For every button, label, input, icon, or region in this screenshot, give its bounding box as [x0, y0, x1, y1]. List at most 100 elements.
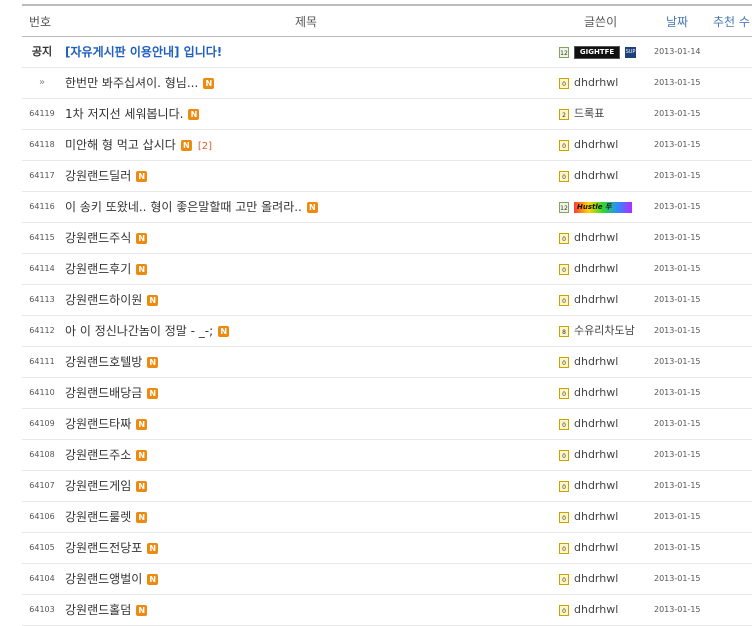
- post-title-link[interactable]: 1차 저지선 세워봅니다.: [65, 107, 183, 121]
- post-author[interactable]: 0 dhdrhwl: [559, 130, 618, 160]
- post-author[interactable]: 2 드록표: [559, 99, 604, 129]
- author-name[interactable]: dhdrhwl: [574, 595, 618, 625]
- post-title-cell: 강원랜드게임 N: [65, 471, 148, 501]
- post-number: 64113: [29, 295, 55, 304]
- post-row: 64111 강원랜드호텔방 N 0 dhdrhwl 2013-01-15: [22, 347, 752, 378]
- post-title-cell: 강원랜드주소 N: [65, 440, 148, 470]
- post-title-link[interactable]: 강원랜드게임: [65, 479, 131, 493]
- author-name[interactable]: dhdrhwl: [574, 254, 618, 284]
- post-title-link[interactable]: 강원랜드홀덤: [65, 603, 131, 617]
- author-name[interactable]: dhdrhwl: [574, 347, 618, 377]
- level-icon: 2: [559, 108, 569, 120]
- level-icon: 0: [559, 480, 569, 492]
- author-name[interactable]: dhdrhwl: [574, 68, 618, 98]
- author-name[interactable]: dhdrhwl: [574, 502, 618, 532]
- post-author[interactable]: 0 dhdrhwl: [559, 285, 618, 315]
- post-author[interactable]: 12 Hustle 두: [559, 192, 632, 222]
- author-name[interactable]: dhdrhwl: [574, 533, 618, 563]
- board-table: 번호 제목 글쓴이 날짜 추천 수 공지 [자유게시판 이용안내] 입니다! 1…: [22, 4, 752, 626]
- post-number: 64112: [29, 326, 55, 335]
- post-title-link[interactable]: 미안해 형 먹고 삽시다: [65, 138, 176, 152]
- new-badge-icon: N: [136, 512, 148, 523]
- notice-label: 공지: [31, 45, 53, 58]
- new-badge-icon: N: [147, 388, 159, 399]
- author-name[interactable]: dhdrhwl: [574, 223, 618, 253]
- post-author[interactable]: 0 dhdrhwl: [559, 68, 618, 98]
- author-name[interactable]: dhdrhwl: [574, 161, 618, 191]
- author-name[interactable]: dhdrhwl: [574, 471, 618, 501]
- post-title-cell: 강원랜드전당포 N: [65, 533, 159, 563]
- author-name[interactable]: dhdrhwl: [574, 440, 618, 470]
- post-title-link[interactable]: 아 이 정신나간놈이 정말 - _-;: [65, 324, 213, 338]
- new-badge-icon: N: [136, 264, 148, 275]
- new-badge-icon: N: [218, 326, 230, 337]
- post-number: 64109: [29, 419, 55, 428]
- post-title-link[interactable]: 강원랜드호텔방: [65, 355, 142, 369]
- author-name[interactable]: dhdrhwl: [574, 564, 618, 594]
- nickname-image[interactable]: Hustle 두: [574, 201, 632, 213]
- post-title-cell: 강원랜드타짜 N: [65, 409, 148, 439]
- author-name[interactable]: 수유리차도남: [574, 316, 635, 346]
- post-date: 2013-01-15: [654, 357, 701, 366]
- post-date: 2013-01-15: [654, 202, 701, 211]
- new-badge-icon: N: [147, 295, 159, 306]
- post-title-link[interactable]: 강원랜드하이원: [65, 293, 142, 307]
- post-title-link[interactable]: 강원랜드주소: [65, 448, 131, 462]
- post-title-link[interactable]: 강원랜드주식: [65, 231, 131, 245]
- comment-count[interactable]: [2]: [198, 141, 212, 152]
- post-number: 64106: [29, 512, 55, 521]
- author-name[interactable]: dhdrhwl: [574, 285, 618, 315]
- post-row: 64104 강원랜드앵벌이 N 0 dhdrhwl 2013-01-15: [22, 564, 752, 595]
- post-title-cell: 미안해 형 먹고 삽시다 N [2]: [65, 130, 212, 160]
- post-title-cell: 강원랜드호텔방 N: [65, 347, 159, 377]
- post-row: 64115 강원랜드주식 N 0 dhdrhwl 2013-01-15: [22, 223, 752, 254]
- post-title-link[interactable]: 강원랜드타짜: [65, 417, 131, 431]
- post-row: 64118 미안해 형 먹고 삽시다 N [2] 0 dhdrhwl 2013-01-…: [22, 130, 752, 161]
- post-author[interactable]: 0 dhdrhwl: [559, 471, 618, 501]
- level-icon: 8: [559, 325, 569, 337]
- header-recommend-sort-link[interactable]: 추천 수: [713, 13, 750, 30]
- post-author[interactable]: 0 dhdrhwl: [559, 254, 618, 284]
- post-title-link[interactable]: 한번만 봐주십셔이. 형님...: [65, 76, 198, 90]
- post-number: 64114: [29, 264, 55, 273]
- post-author[interactable]: 0 dhdrhwl: [559, 502, 618, 532]
- notice-author[interactable]: 12 GIGHTFE SUP: [559, 37, 636, 67]
- post-author[interactable]: 0 dhdrhwl: [559, 161, 618, 191]
- post-title-link[interactable]: 이 송키 또왔네.. 형이 좋은말할때 고만 올려라..: [65, 200, 302, 214]
- new-badge-icon: N: [136, 481, 148, 492]
- header-date-sort-link[interactable]: 날짜: [666, 13, 688, 30]
- notice-title-link[interactable]: [자유게시판 이용안내] 입니다!: [65, 37, 222, 67]
- level-icon: 0: [559, 387, 569, 399]
- new-badge-icon: N: [306, 202, 318, 213]
- post-title-cell: 1차 저지선 세워봅니다. N: [65, 99, 200, 129]
- post-date: 2013-01-15: [654, 295, 701, 304]
- post-title-link[interactable]: 강원랜드후기: [65, 262, 131, 276]
- post-author[interactable]: 0 dhdrhwl: [559, 440, 618, 470]
- post-author[interactable]: 0 dhdrhwl: [559, 347, 618, 377]
- author-name[interactable]: dhdrhwl: [574, 378, 618, 408]
- post-author[interactable]: 0 dhdrhwl: [559, 564, 618, 594]
- post-date: 2013-01-15: [654, 450, 701, 459]
- post-author[interactable]: 0 dhdrhwl: [559, 223, 618, 253]
- post-date: 2013-01-15: [654, 481, 701, 490]
- post-title-link[interactable]: 강원랜드전당포: [65, 541, 142, 555]
- post-title-link[interactable]: 강원랜드앵벌이: [65, 572, 142, 586]
- post-author[interactable]: 0 dhdrhwl: [559, 409, 618, 439]
- level-icon: 0: [559, 232, 569, 244]
- author-name[interactable]: dhdrhwl: [574, 130, 618, 160]
- post-title-link[interactable]: 강원랜드딜러: [65, 169, 131, 183]
- post-author[interactable]: 0 dhdrhwl: [559, 595, 618, 625]
- author-name[interactable]: dhdrhwl: [574, 409, 618, 439]
- post-row: 64109 강원랜드타짜 N 0 dhdrhwl 2013-01-15: [22, 409, 752, 440]
- new-badge-icon: N: [136, 233, 148, 244]
- post-title-link[interactable]: 강원랜드배당금: [65, 386, 142, 400]
- post-title-cell: 강원랜드홀덤 N: [65, 595, 148, 625]
- table-header: 번호 제목 글쓴이 날짜 추천 수: [22, 4, 752, 37]
- post-author[interactable]: 8 수유리차도남: [559, 316, 635, 346]
- post-author[interactable]: 0 dhdrhwl: [559, 378, 618, 408]
- post-row: 64103 강원랜드홀덤 N 0 dhdrhwl 2013-01-15: [22, 595, 752, 626]
- level-icon: 0: [559, 418, 569, 430]
- post-title-link[interactable]: 강원랜드룰렛: [65, 510, 131, 524]
- post-author[interactable]: 0 dhdrhwl: [559, 533, 618, 563]
- author-name[interactable]: 드록표: [574, 99, 604, 129]
